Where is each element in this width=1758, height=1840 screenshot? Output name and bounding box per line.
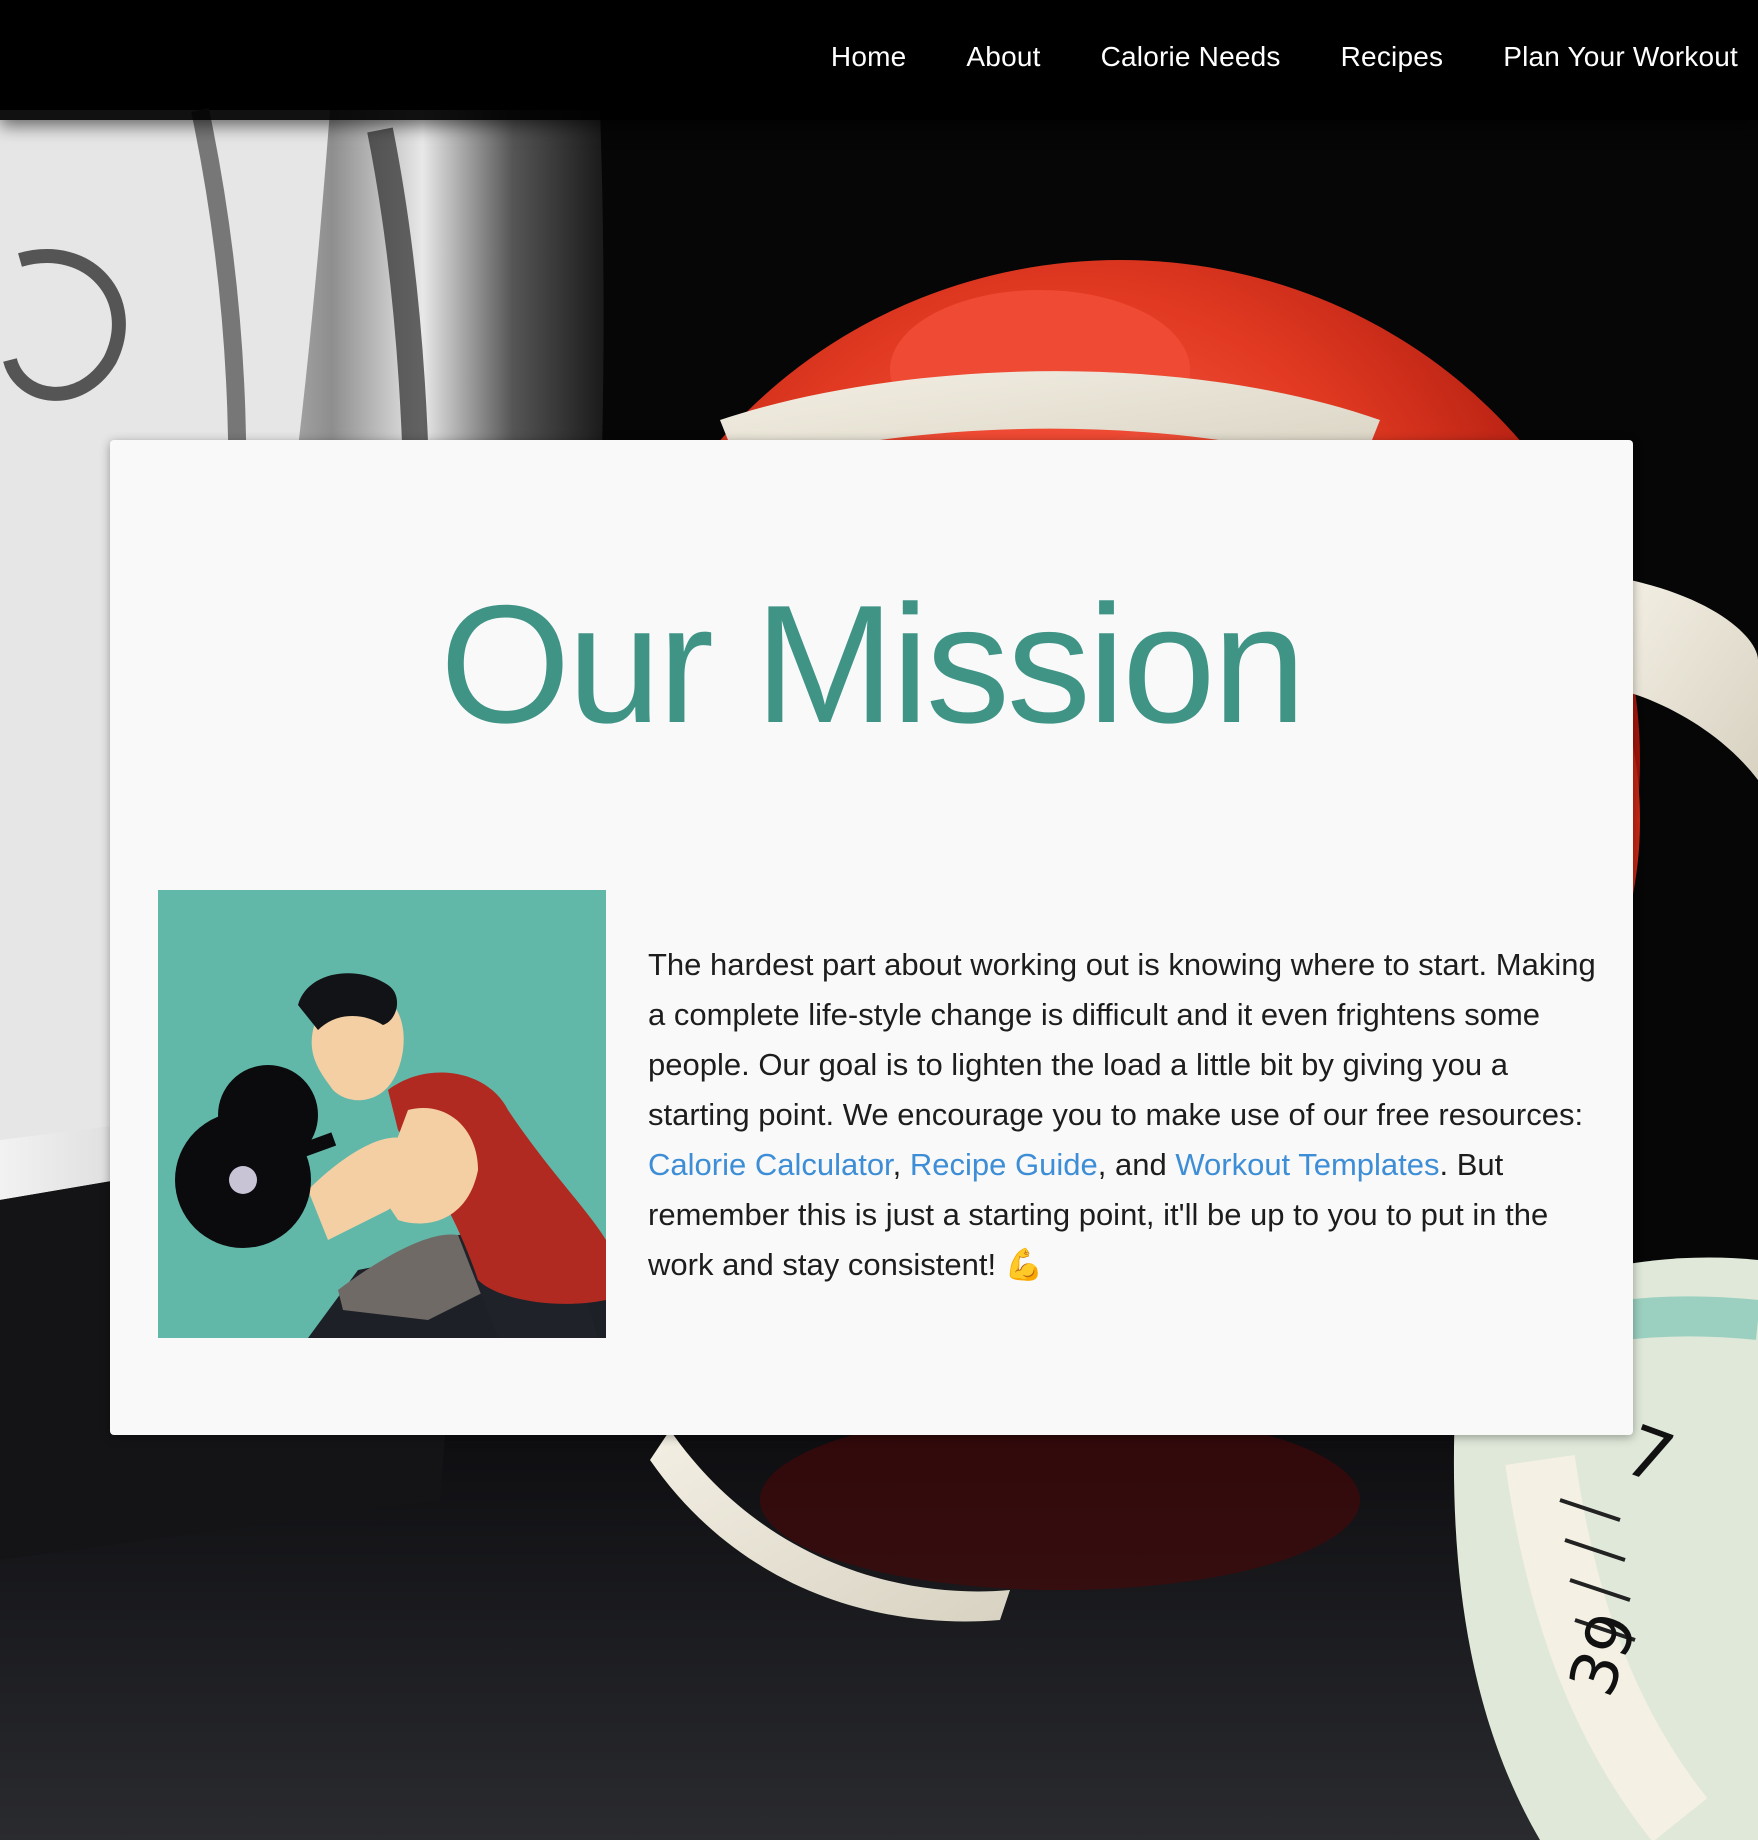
mission-paragraph: The hardest part about working out is kn… (648, 940, 1598, 1290)
workout-templates-link[interactable]: Workout Templates (1175, 1147, 1439, 1182)
mission-card: Our Mission The hardest part about worki… (110, 440, 1633, 1435)
flexed-biceps-emoji-icon: 💪 (1004, 1247, 1044, 1282)
recipe-guide-link[interactable]: Recipe Guide (910, 1147, 1098, 1182)
nav-menu: Home About Calorie Needs Recipes Plan Yo… (831, 0, 1738, 113)
weightlifter-illustration-icon (158, 890, 606, 1338)
mission-text-sep1: , (892, 1147, 910, 1182)
nav-item-home[interactable]: Home (831, 41, 907, 73)
nav-item-recipes[interactable]: Recipes (1341, 41, 1444, 73)
mission-text-intro: The hardest part about working out is kn… (648, 947, 1596, 1132)
nav-item-about[interactable]: About (966, 41, 1040, 73)
top-navbar: Home About Calorie Needs Recipes Plan Yo… (0, 0, 1758, 120)
nav-item-calorie-needs[interactable]: Calorie Needs (1101, 41, 1281, 73)
nav-item-plan-your-workout[interactable]: Plan Your Workout (1503, 41, 1738, 73)
mission-text-sep2: , and (1097, 1147, 1176, 1182)
mission-title: Our Mission (439, 570, 1306, 758)
calorie-calculator-link[interactable]: Calorie Calculator (648, 1147, 893, 1182)
